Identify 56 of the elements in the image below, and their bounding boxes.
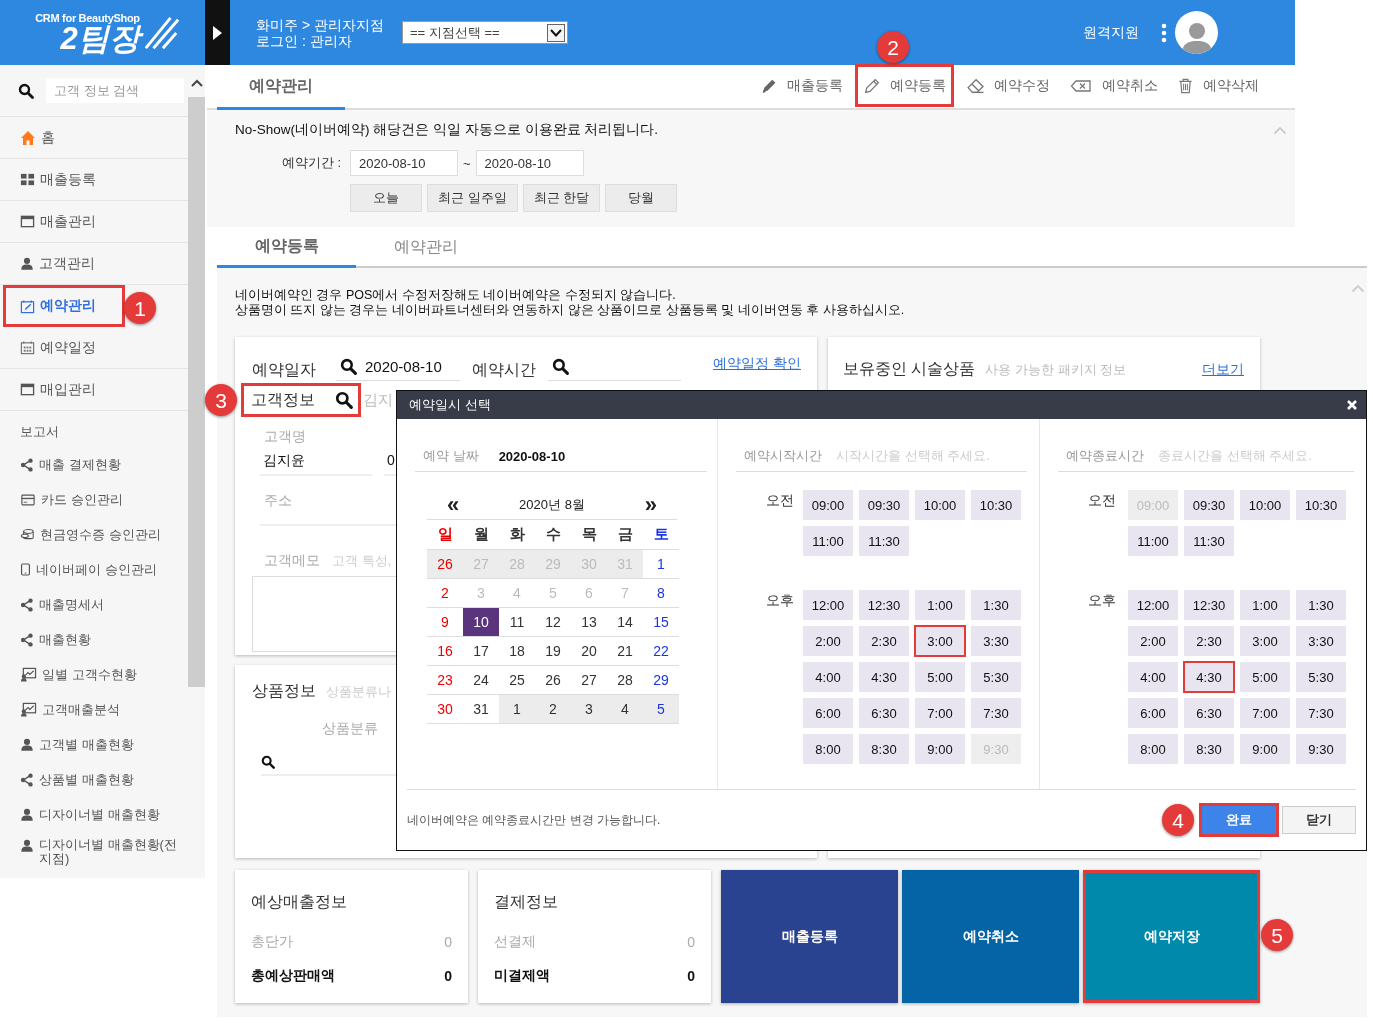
weekday-label: 화 bbox=[499, 520, 535, 549]
section-title: 보고서 bbox=[19, 423, 60, 441]
notice-text: 네이버예약인 경우 POS에서 수정저장해도 네이버예약은 수정되지 않습니다. bbox=[235, 288, 676, 303]
weekday-label: 목 bbox=[571, 520, 607, 549]
summary-label: 선결제 bbox=[494, 933, 536, 951]
card-hint: 사용 가능한 패키지 정보 bbox=[985, 360, 1127, 379]
calendar-day: 5 bbox=[535, 578, 571, 607]
card-title: 보유중인 시술상품 bbox=[843, 359, 976, 379]
period-label: 오후 bbox=[765, 591, 795, 610]
summary-label: 총단가 bbox=[251, 933, 293, 951]
breadcrumb: 화미주 > 관리자지점 bbox=[256, 16, 385, 33]
field-label: 고객명 bbox=[264, 428, 306, 446]
notice-text: No-Show(네이버예약) 해당건은 익일 자동으로 이용완료 처리됩니다. bbox=[235, 121, 659, 139]
step-badge: 5 bbox=[1261, 919, 1293, 951]
logo-caption: CRM for BeautyShop bbox=[35, 11, 140, 24]
dialog-title: 예약일시 선택 bbox=[409, 396, 491, 414]
month-title: 2020년 8월 bbox=[519, 495, 585, 514]
field-label: 예약기간 : bbox=[280, 154, 342, 172]
summary-value: 0 bbox=[444, 934, 452, 950]
footer-note: 네이버예약은 예약종료시간만 변경 가능합니다. bbox=[407, 811, 661, 829]
weekday-label: 일 bbox=[427, 520, 463, 549]
customer-search-value: 김지 bbox=[363, 390, 393, 410]
summary-value: 0 bbox=[687, 968, 695, 984]
column-title: 예약시작시간 bbox=[744, 447, 822, 465]
step-badge: 4 bbox=[1162, 804, 1194, 836]
field-label: 상품분류 bbox=[322, 720, 378, 738]
summary-value: 0 bbox=[687, 934, 695, 950]
period-label: 오후 bbox=[1087, 591, 1117, 610]
calendar-day: 6 bbox=[571, 578, 607, 607]
period-label: 오전 bbox=[765, 491, 795, 510]
period-label: 오전 bbox=[1087, 491, 1117, 510]
summary-label: 총예상판매액 bbox=[251, 967, 335, 985]
date-value: 2020-08-10 bbox=[498, 448, 566, 464]
calendar-day: 3 bbox=[463, 578, 499, 607]
weekday-label: 수 bbox=[535, 520, 571, 549]
calendar-day: 4 bbox=[499, 578, 535, 607]
step-badge: 3 bbox=[205, 384, 237, 416]
step-badge: 1 bbox=[124, 292, 156, 324]
summary-value: 0 bbox=[444, 968, 452, 984]
calendar-day: 7 bbox=[607, 578, 643, 607]
field-label: 예약시간 bbox=[472, 360, 536, 380]
weekday-label: 금 bbox=[607, 520, 643, 549]
notice-text: 상품명이 뜨지 않는 경우는 네이버파트너센터와 연동하지 않은 상품이므로 상품등록 및 네이버연동 후 사용하십시오. bbox=[235, 303, 905, 318]
field-label: 고객메모 bbox=[264, 552, 320, 570]
column-title: 예약종료시간 bbox=[1066, 447, 1144, 465]
weekday-label: 토 bbox=[643, 520, 679, 549]
field-label: 예약 날짜 bbox=[423, 447, 479, 465]
field-label: 예약일자 bbox=[252, 360, 316, 380]
login-info: 로그인 : 관리자 bbox=[256, 32, 352, 49]
card-title: 예상매출정보 bbox=[251, 892, 348, 912]
range-separator: ~ bbox=[463, 155, 471, 171]
field-label: 주소 bbox=[264, 492, 292, 510]
card-title: 상품정보 bbox=[252, 681, 316, 701]
card-title: 결제정보 bbox=[494, 892, 559, 912]
summary-label: 미결제액 bbox=[494, 967, 550, 985]
weekday-label: 월 bbox=[463, 520, 499, 549]
